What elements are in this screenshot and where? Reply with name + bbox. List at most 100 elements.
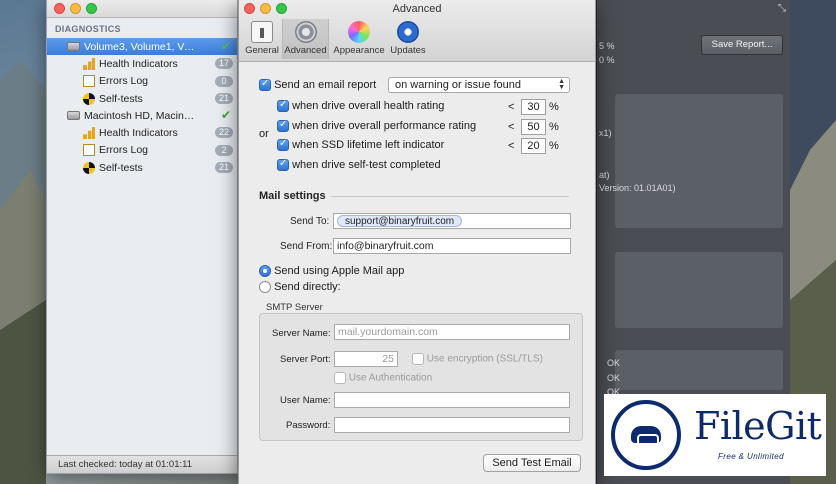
bar-chart-icon xyxy=(83,57,95,70)
status-bar: Last checked: today at 01:01:11 xyxy=(47,455,237,473)
count-badge: 2 xyxy=(215,144,233,156)
send-from-label: Send From: xyxy=(280,241,333,252)
count-badge: 17 xyxy=(214,58,233,70)
condition-selftest-checkbox[interactable]: when drive self-test completed xyxy=(277,158,441,172)
bar-chart-icon xyxy=(83,127,95,140)
general-icon xyxy=(251,21,273,43)
sidebar-item-errors-log[interactable]: Errors Log 0 xyxy=(47,73,237,90)
checkbox-checked[interactable] xyxy=(277,158,289,172)
percent-unit: % xyxy=(549,140,559,152)
condition-ssd-checkbox[interactable]: when SSD lifetime left indicator xyxy=(277,138,444,152)
sidebar-item-self-tests[interactable]: Self-tests 21 xyxy=(47,159,237,176)
authentication-checkbox[interactable]: Use Authentication xyxy=(334,372,432,384)
background-panel xyxy=(615,350,783,390)
checkbox-label: Send an email report xyxy=(274,79,377,91)
send-directly-radio[interactable]: Send directly: xyxy=(259,281,341,294)
send-apple-mail-radio[interactable]: Send using Apple Mail app xyxy=(259,265,405,278)
ssd-threshold-input[interactable]: 20 xyxy=(521,138,546,154)
sidebar-heading: DIAGNOSTICS xyxy=(55,24,121,34)
background-text: OK xyxy=(607,373,621,383)
radio-unselected[interactable] xyxy=(259,281,271,294)
count-badge: 0 xyxy=(215,75,233,87)
test-target-icon xyxy=(83,161,95,174)
comparison-operator: < xyxy=(508,140,515,152)
close-window-button[interactable] xyxy=(54,3,65,14)
checkbox-label: when drive overall performance rating xyxy=(292,120,477,132)
main-titlebar xyxy=(47,0,237,18)
tab-appearance[interactable]: Appearance xyxy=(331,19,387,59)
drive-name: Volume3, Volume1, Vo... xyxy=(84,40,196,53)
zoom-window-button[interactable] xyxy=(86,3,97,14)
tab-label: Updates xyxy=(390,45,426,56)
hard-drive-icon xyxy=(67,111,80,121)
checkbox-label: Use encryption (SSL/TLS) xyxy=(426,353,543,365)
email-trigger-select[interactable]: on warning or issue found ▲ ▼ xyxy=(388,77,570,93)
send-to-input[interactable]: support@binaryfruit.com xyxy=(333,213,571,229)
count-badge: 21 xyxy=(214,162,233,174)
checkbox-checked[interactable] xyxy=(259,78,271,92)
smtp-server-group: Server Name: mail.yourdomain.com Server … xyxy=(259,313,583,441)
filegit-watermark: FileGit Free & Unlimited xyxy=(604,394,826,476)
checkbox-checked[interactable] xyxy=(277,138,289,152)
checkbox-checked[interactable] xyxy=(277,119,289,133)
background-panel xyxy=(615,252,783,328)
password-input[interactable] xyxy=(334,417,570,433)
minimize-window-button[interactable] xyxy=(70,3,81,14)
window-controls xyxy=(54,3,97,14)
radio-label: Send using Apple Mail app xyxy=(274,265,405,277)
watermark-subtitle: Free & Unlimited xyxy=(718,452,784,461)
radio-selected[interactable] xyxy=(259,265,271,278)
tab-label: Advanced xyxy=(284,45,327,56)
checkbox-unchecked[interactable] xyxy=(334,372,346,384)
comparison-operator: < xyxy=(508,101,515,113)
save-report-button[interactable]: Save Report... xyxy=(701,35,783,55)
check-icon: ✔ xyxy=(220,108,231,123)
radio-label: Send directly: xyxy=(274,281,341,293)
password-label: Password: xyxy=(286,420,331,431)
sidebar-item-self-tests[interactable]: Self-tests 21 xyxy=(47,90,237,107)
checkbox-label: when drive self-test completed xyxy=(292,159,441,171)
log-icon xyxy=(83,144,95,157)
count-badge: 21 xyxy=(214,92,233,104)
smtp-section-title: SMTP Server xyxy=(266,302,323,313)
watermark-title: FileGit xyxy=(694,404,822,448)
percent-unit: % xyxy=(549,101,559,113)
condition-health-checkbox[interactable]: when drive overall health rating xyxy=(277,99,445,113)
tab-label: Appearance xyxy=(333,45,385,56)
mail-settings-heading: Mail settings xyxy=(259,190,326,202)
server-port-input[interactable]: 25 xyxy=(334,351,398,367)
sidebar-item-health-indicators[interactable]: Health Indicators 22 xyxy=(47,124,237,141)
sidebar-item-errors-log[interactable]: Errors Log 2 xyxy=(47,142,237,159)
background-panel xyxy=(615,94,783,228)
gear-icon xyxy=(294,21,317,43)
updates-icon xyxy=(397,21,419,43)
fullscreen-icon[interactable]: ⤡ xyxy=(778,3,786,14)
server-port-label: Server Port: xyxy=(280,354,331,365)
condition-performance-checkbox[interactable]: when drive overall performance rating xyxy=(277,119,477,133)
checkbox-unchecked[interactable] xyxy=(412,353,424,365)
background-text: x1) xyxy=(599,128,612,138)
send-test-email-button[interactable]: Send Test Email xyxy=(483,454,581,472)
recipient-token[interactable]: support@binaryfruit.com xyxy=(337,215,463,227)
tab-updates[interactable]: Updates xyxy=(389,19,427,59)
checkbox-checked[interactable] xyxy=(277,99,289,113)
sidebar-item-health-indicators[interactable]: Health Indicators 17 xyxy=(47,55,237,72)
server-name-input[interactable]: mail.yourdomain.com xyxy=(334,324,570,340)
or-label: or xyxy=(259,128,269,140)
tab-general[interactable]: General xyxy=(244,19,280,59)
background-text: at) xyxy=(599,170,610,180)
server-name-label: Server Name: xyxy=(272,328,331,339)
sidebar-drive-2[interactable]: Macintosh HD, Macintos... ✔ xyxy=(47,107,237,124)
checkbox-label: when drive overall health rating xyxy=(292,100,445,112)
tab-advanced[interactable]: Advanced xyxy=(282,19,329,59)
background-text: Version: 01.01A01) xyxy=(599,183,676,193)
sidebar-drive-1[interactable]: Volume3, Volume1, Vo... ✔ xyxy=(47,38,237,56)
background-text: 5 % xyxy=(599,41,615,51)
user-name-input[interactable] xyxy=(334,392,570,408)
check-icon: ✔ xyxy=(220,39,231,53)
health-threshold-input[interactable]: 30 xyxy=(521,99,546,115)
encryption-checkbox[interactable]: Use encryption (SSL/TLS) xyxy=(412,353,543,365)
performance-threshold-input[interactable]: 50 xyxy=(521,119,546,135)
send-email-checkbox[interactable]: Send an email report xyxy=(259,78,377,92)
send-from-input[interactable]: info@binaryfruit.com xyxy=(333,238,571,254)
